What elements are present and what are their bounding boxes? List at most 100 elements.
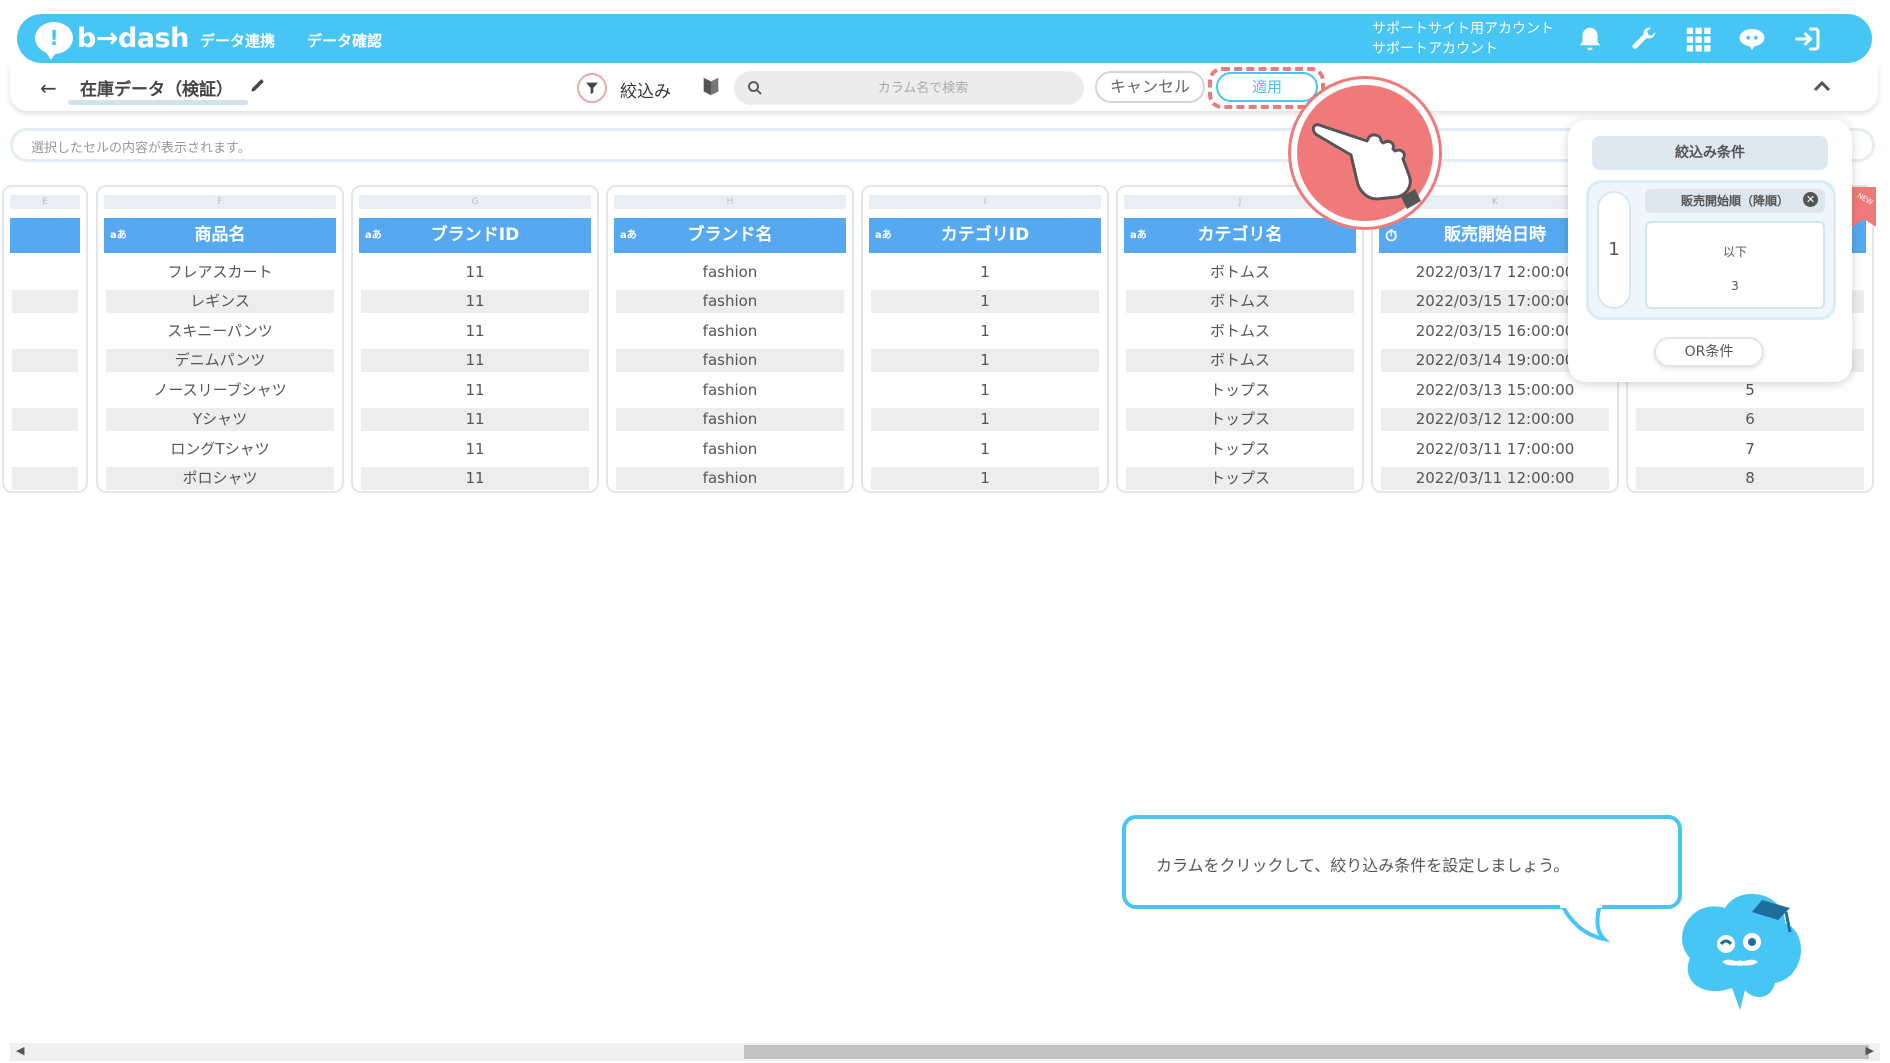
table-cell[interactable]: フレアスカート bbox=[106, 261, 334, 284]
close-icon[interactable]: ✕ bbox=[1803, 192, 1818, 207]
nav-data-check[interactable]: データ確認 bbox=[307, 30, 382, 51]
filter-condition[interactable]: 以下 3 bbox=[1645, 221, 1825, 309]
table-cell[interactable]: スキニーパンツ bbox=[106, 320, 334, 343]
table-cell[interactable]: 11 bbox=[361, 438, 589, 461]
table-cell[interactable]: 1 bbox=[871, 467, 1099, 490]
column-header-label: カテゴリ名 bbox=[1197, 225, 1283, 245]
table-column[interactable]: F aあ 商品名 フレアスカート レギンス スキニーパンツ デニムパンツ ノースリ… bbox=[96, 185, 344, 493]
table-cell[interactable] bbox=[12, 261, 78, 284]
table-cell[interactable]: fashion bbox=[616, 379, 844, 402]
table-cell[interactable]: 1 bbox=[871, 261, 1099, 284]
table-column[interactable]: G aあ ブランドID 11 11 11 11 11 11 11 11 bbox=[351, 185, 599, 493]
table-cell[interactable] bbox=[12, 408, 78, 431]
or-condition-button[interactable]: OR条件 bbox=[1654, 337, 1764, 367]
filter-column-label: 販売開始順（降順） bbox=[1680, 194, 1789, 208]
table-cell[interactable]: ボトムス bbox=[1126, 320, 1354, 343]
table-cell[interactable] bbox=[12, 467, 78, 490]
horizontal-scrollbar[interactable]: ◀ ▶ bbox=[10, 1043, 1880, 1061]
table-cell[interactable]: トップス bbox=[1126, 379, 1354, 402]
account-info[interactable]: サポートサイト用アカウント サポートアカウント bbox=[1372, 19, 1554, 59]
bdash-logo[interactable]: ! b→dash bbox=[35, 22, 189, 60]
mascot-chat-icon[interactable] bbox=[1737, 24, 1767, 54]
table-cell[interactable]: トップス bbox=[1126, 438, 1354, 461]
table-cell[interactable]: 1 bbox=[871, 320, 1099, 343]
table-cell[interactable]: トップス bbox=[1126, 408, 1354, 431]
table-cell[interactable]: 11 bbox=[361, 467, 589, 490]
mascot-character-icon[interactable] bbox=[1670, 878, 1810, 1018]
table-column[interactable]: E bbox=[2, 185, 88, 493]
scrollbar-thumb[interactable] bbox=[744, 1045, 1869, 1059]
table-cell[interactable]: 2022/03/11 17:00:00 bbox=[1381, 438, 1609, 461]
filter-toggle[interactable] bbox=[577, 73, 607, 103]
filter-column-tag[interactable]: 販売開始順（降順） bbox=[1645, 189, 1825, 213]
table-cell[interactable] bbox=[12, 320, 78, 343]
table-cell[interactable]: ロングTシャツ bbox=[106, 438, 334, 461]
column-header[interactable]: aあ 商品名 bbox=[104, 218, 336, 253]
column-search[interactable] bbox=[734, 71, 1084, 105]
table-cell[interactable]: 1 bbox=[871, 408, 1099, 431]
bell-icon[interactable] bbox=[1575, 24, 1605, 54]
scroll-right-arrow-icon[interactable]: ▶ bbox=[1866, 1044, 1874, 1057]
table-cell[interactable]: Yシャツ bbox=[106, 408, 334, 431]
column-header[interactable]: aあ カテゴリ名 bbox=[1124, 218, 1356, 253]
table-cell[interactable]: fashion bbox=[616, 408, 844, 431]
table-cell[interactable]: 6 bbox=[1636, 408, 1864, 431]
table-cell[interactable] bbox=[12, 438, 78, 461]
back-arrow-icon[interactable]: ← bbox=[40, 76, 57, 100]
table-cell[interactable] bbox=[12, 349, 78, 372]
table-cell[interactable]: デニムパンツ bbox=[106, 349, 334, 372]
table-cell[interactable]: 1 bbox=[871, 438, 1099, 461]
chevron-up-icon[interactable] bbox=[1810, 75, 1834, 99]
table-cell[interactable]: 1 bbox=[871, 290, 1099, 313]
table-cell[interactable]: 1 bbox=[871, 349, 1099, 372]
logo-text: b→dash bbox=[77, 22, 189, 54]
table-cell[interactable]: ノースリーブシャツ bbox=[106, 379, 334, 402]
table-cell[interactable]: 8 bbox=[1636, 467, 1864, 490]
column-letter: F bbox=[104, 195, 336, 209]
wrench-icon[interactable] bbox=[1629, 24, 1659, 54]
table-cell[interactable]: fashion bbox=[616, 320, 844, 343]
nav-data-link[interactable]: データ連携 bbox=[200, 30, 275, 51]
table-cell[interactable]: 11 bbox=[361, 379, 589, 402]
table-cell[interactable]: 7 bbox=[1636, 438, 1864, 461]
table-cell[interactable]: レギンス bbox=[106, 290, 334, 313]
table-cell[interactable]: fashion bbox=[616, 438, 844, 461]
table-cell[interactable] bbox=[12, 290, 78, 313]
table-cell[interactable]: 2022/03/11 12:00:00 bbox=[1381, 467, 1609, 490]
scroll-left-arrow-icon[interactable]: ◀ bbox=[16, 1044, 24, 1057]
table-cell[interactable]: 11 bbox=[361, 261, 589, 284]
table-cell[interactable]: 2022/03/13 15:00:00 bbox=[1381, 379, 1609, 402]
table-column[interactable]: I aあ カテゴリID 1 1 1 1 1 1 1 1 bbox=[861, 185, 1109, 493]
table-cell[interactable]: 5 bbox=[1636, 379, 1864, 402]
table-cell[interactable]: 1 bbox=[871, 379, 1099, 402]
table-cell[interactable]: fashion bbox=[616, 261, 844, 284]
table-cell[interactable]: 11 bbox=[361, 290, 589, 313]
table-cell[interactable]: 2022/03/12 12:00:00 bbox=[1381, 408, 1609, 431]
table-cell[interactable]: トップス bbox=[1126, 467, 1354, 490]
column-header[interactable] bbox=[10, 218, 80, 253]
table-cell[interactable]: ボトムス bbox=[1126, 290, 1354, 313]
table-column[interactable]: H aあ ブランド名 fashion fashion fashion fashio… bbox=[606, 185, 854, 493]
table-cell[interactable] bbox=[12, 379, 78, 402]
table-cell[interactable]: 11 bbox=[361, 408, 589, 431]
apps-grid-icon[interactable] bbox=[1683, 24, 1713, 54]
pencil-icon[interactable] bbox=[248, 75, 268, 95]
table-cell[interactable]: ボトムス bbox=[1126, 261, 1354, 284]
column-header[interactable]: aあ ブランド名 bbox=[614, 218, 846, 253]
table-cell[interactable]: ポロシャツ bbox=[106, 467, 334, 490]
cancel-button[interactable]: キャンセル bbox=[1095, 71, 1205, 103]
table-cell[interactable]: fashion bbox=[616, 467, 844, 490]
table-cell[interactable]: ボトムス bbox=[1126, 349, 1354, 372]
beginner-mark-icon[interactable] bbox=[700, 74, 722, 98]
table-cell[interactable]: 11 bbox=[361, 349, 589, 372]
table-title[interactable]: 在庫データ（検証） bbox=[80, 75, 233, 100]
table-column[interactable]: J aあ カテゴリ名 ボトムス ボトムス ボトムス ボトムス トップス トップス … bbox=[1116, 185, 1364, 493]
table-cell[interactable]: fashion bbox=[616, 349, 844, 372]
funnel-icon bbox=[586, 82, 598, 94]
column-header[interactable]: aあ ブランドID bbox=[359, 218, 591, 253]
table-cell[interactable]: 11 bbox=[361, 320, 589, 343]
table-cell[interactable]: fashion bbox=[616, 290, 844, 313]
logout-icon[interactable] bbox=[1793, 24, 1823, 54]
column-search-input[interactable] bbox=[734, 79, 1084, 97]
column-header[interactable]: aあ カテゴリID bbox=[869, 218, 1101, 253]
